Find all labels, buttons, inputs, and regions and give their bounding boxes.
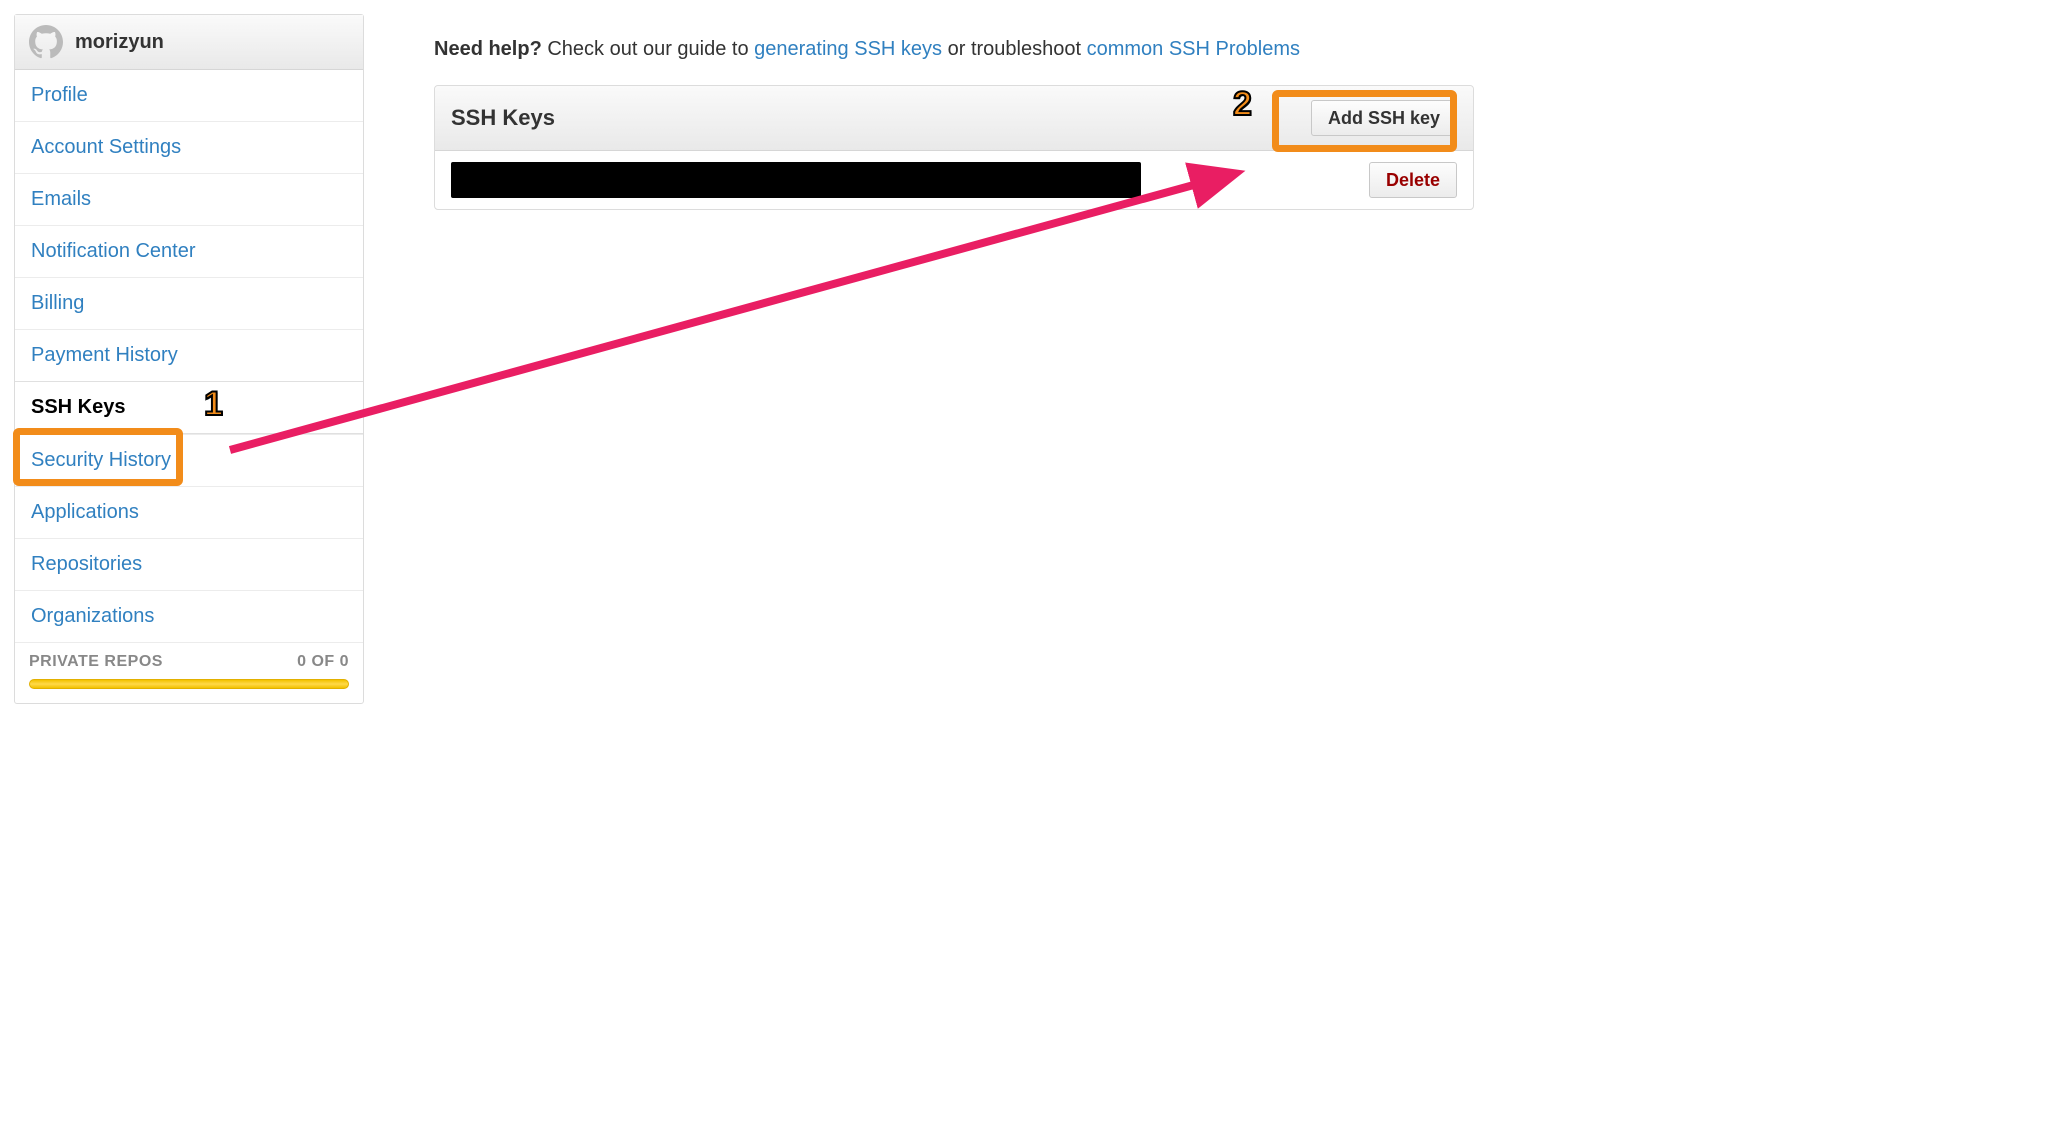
sidebar-item-notification-center[interactable]: Notification Center <box>15 225 363 277</box>
sidebar-item-account-settings[interactable]: Account Settings <box>15 121 363 173</box>
sidebar-item-profile[interactable]: Profile <box>15 70 363 121</box>
help-line: Need help? Check out our guide to genera… <box>434 38 1474 61</box>
sidebar-username: morizyun <box>75 31 164 54</box>
help-line-bold: Need help? <box>434 38 542 60</box>
sidebar-item-security-history[interactable]: Security History <box>15 434 363 486</box>
add-ssh-key-button[interactable]: Add SSH key <box>1311 100 1457 136</box>
private-repos-label: PRIVATE REPOS <box>29 653 163 671</box>
panel-title: SSH Keys <box>451 105 555 131</box>
sidebar-item-repositories[interactable]: Repositories <box>15 538 363 590</box>
help-text-1: Check out our guide to <box>542 38 754 60</box>
sidebar-item-payment-history[interactable]: Payment History <box>15 329 363 381</box>
panel-body: Delete <box>435 151 1473 209</box>
private-repos-progress-bar <box>29 679 349 689</box>
sidebar-item-billing[interactable]: Billing <box>15 277 363 329</box>
ssh-keys-panel: SSH Keys Add SSH key Delete <box>434 85 1474 210</box>
help-link-generating-ssh-keys[interactable]: generating SSH keys <box>754 38 942 60</box>
delete-ssh-key-button[interactable]: Delete <box>1369 162 1457 198</box>
sidebar-item-emails[interactable]: Emails <box>15 173 363 225</box>
sidebar-footer: PRIVATE REPOS 0 OF 0 <box>15 642 363 703</box>
main-content: Need help? Check out our guide to genera… <box>434 14 1474 210</box>
help-text-2: or troubleshoot <box>942 38 1087 60</box>
sidebar-item-applications[interactable]: Applications <box>15 486 363 538</box>
private-repos-usage: 0 OF 0 <box>297 653 349 671</box>
panel-header: SSH Keys Add SSH key <box>435 86 1473 151</box>
help-link-common-ssh-problems[interactable]: common SSH Problems <box>1087 38 1300 60</box>
settings-sidebar: morizyun Profile Account Settings Emails… <box>14 14 364 704</box>
sidebar-item-ssh-keys[interactable]: SSH Keys <box>15 381 363 434</box>
ssh-key-entry-redacted[interactable] <box>451 162 1141 198</box>
sidebar-header: morizyun <box>15 15 363 70</box>
github-icon <box>29 25 63 59</box>
sidebar-item-organizations[interactable]: Organizations <box>15 590 363 642</box>
